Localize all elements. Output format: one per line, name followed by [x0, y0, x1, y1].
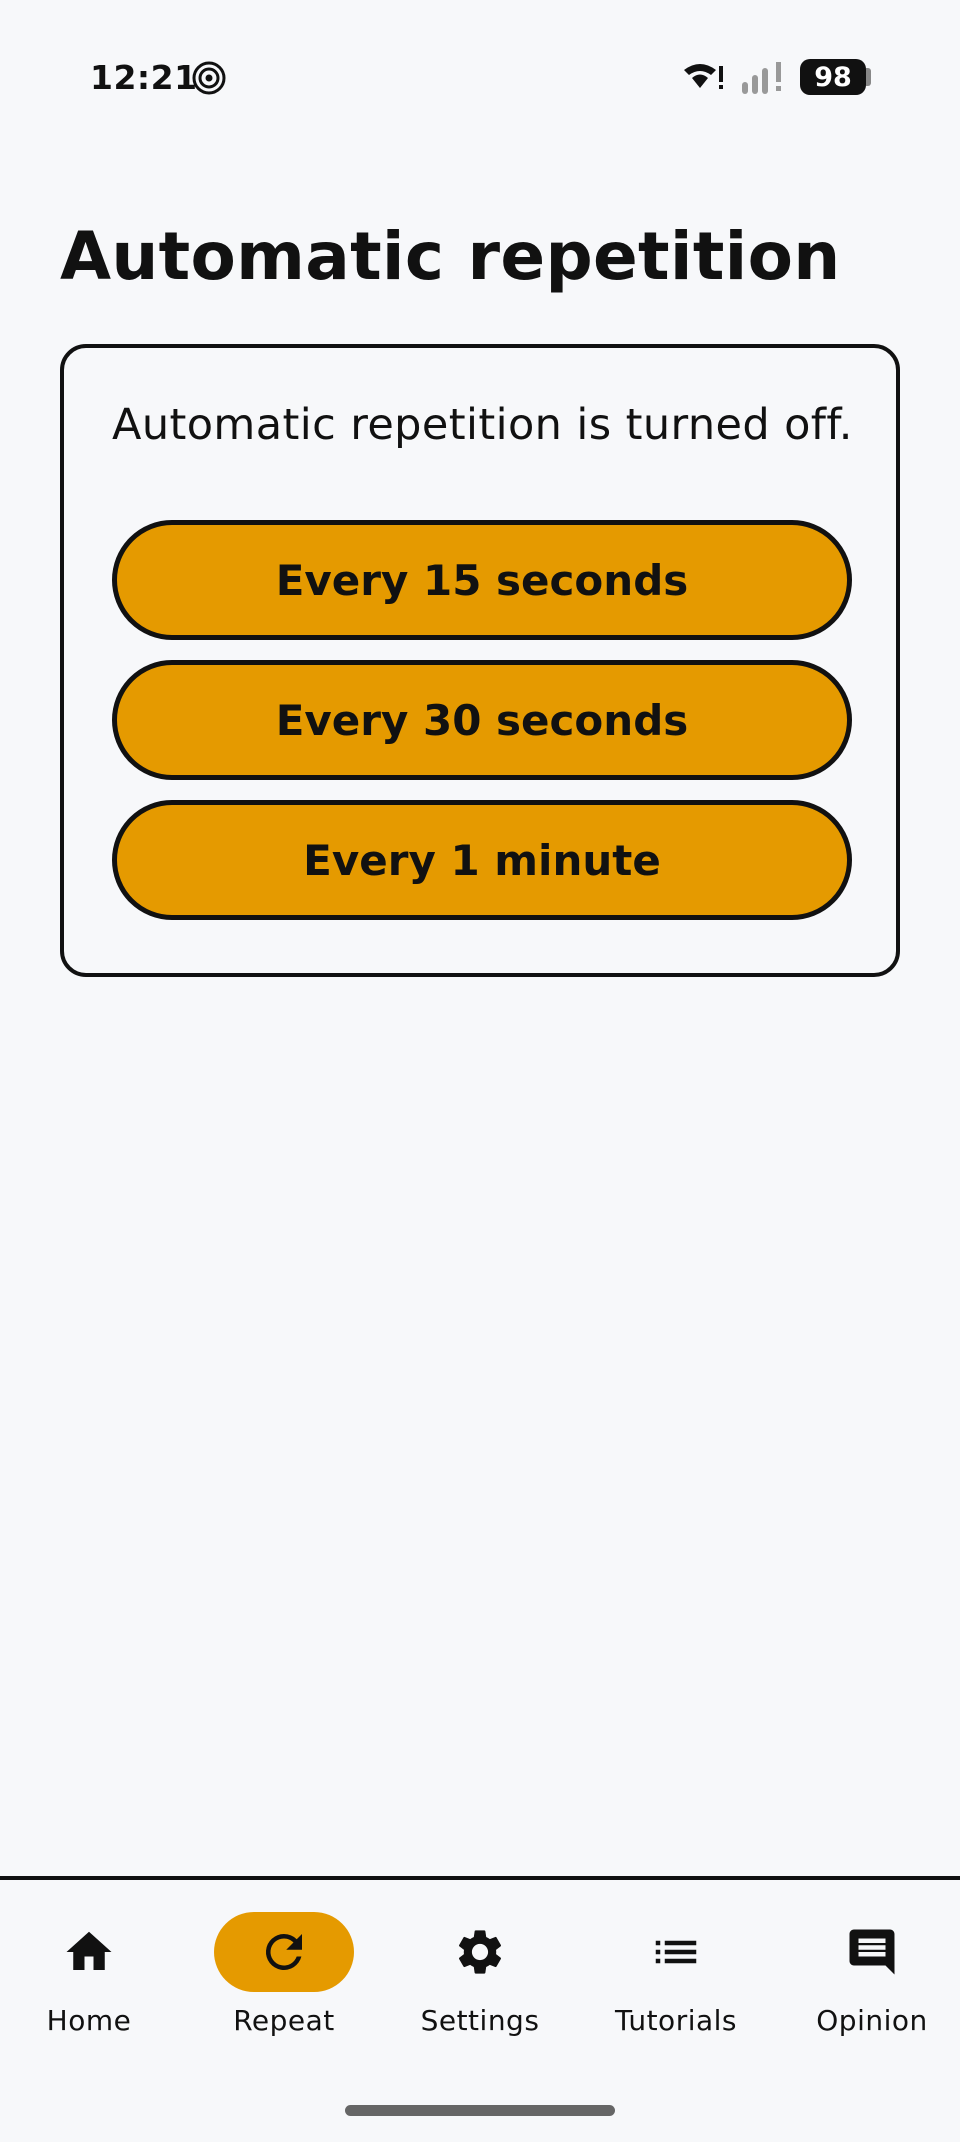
home-indicator[interactable]: [345, 2105, 615, 2116]
signal-icon: [742, 62, 781, 94]
home-icon: [66, 1931, 112, 1970]
screen: 12:21 98 Automatic repetition Automatic …: [0, 0, 960, 2142]
battery-icon: 98: [800, 59, 866, 95]
nav-item-repeat[interactable]: Repeat: [194, 1880, 374, 2040]
every-30-seconds-button[interactable]: Every 30 seconds: [112, 660, 852, 780]
page-title: Automatic repetition: [60, 218, 841, 295]
status-time: 12:21: [90, 58, 198, 97]
status-bar: 12:21 98: [0, 0, 960, 150]
gear-icon: [458, 1930, 502, 1974]
battery-level: 98: [814, 61, 852, 93]
chat-icon: [849, 1929, 895, 1975]
focus-mode-icon: [192, 61, 226, 95]
every-15-seconds-button[interactable]: Every 15 seconds: [112, 520, 852, 640]
repetition-status-message: Automatic repetition is turned off.: [112, 400, 853, 450]
nav-item-opinion[interactable]: Opinion: [782, 1880, 960, 2040]
list-icon: [655, 1940, 697, 1964]
nav-label-home: Home: [46, 2004, 132, 2037]
wifi-icon: [684, 64, 723, 89]
nav-repeat-icon-container: [214, 1912, 354, 1992]
nav-item-tutorials[interactable]: Tutorials: [586, 1880, 766, 2040]
nav-opinion-icon-container: [802, 1912, 942, 1992]
repeat-icon: [265, 1934, 302, 1970]
battery-tip: [866, 68, 871, 86]
nav-item-settings[interactable]: Settings: [390, 1880, 570, 2040]
nav-label-tutorials: Tutorials: [614, 2004, 738, 2037]
every-1-minute-button[interactable]: Every 1 minute: [112, 800, 852, 920]
nav-tutorials-icon-container: [606, 1912, 746, 1992]
nav-label-opinion: Opinion: [816, 2004, 928, 2037]
nav-item-home[interactable]: Home: [0, 1880, 179, 2040]
nav-label-settings: Settings: [420, 2004, 540, 2037]
nav-label-repeat: Repeat: [233, 2004, 335, 2037]
repetition-card: Automatic repetition is turned off. Ever…: [60, 344, 900, 977]
nav-settings-icon-container: [410, 1912, 550, 1992]
bottom-navigation: Home Repeat Settings Tutorials Opinion: [0, 1880, 960, 2080]
nav-home-icon-container: [19, 1912, 159, 1992]
